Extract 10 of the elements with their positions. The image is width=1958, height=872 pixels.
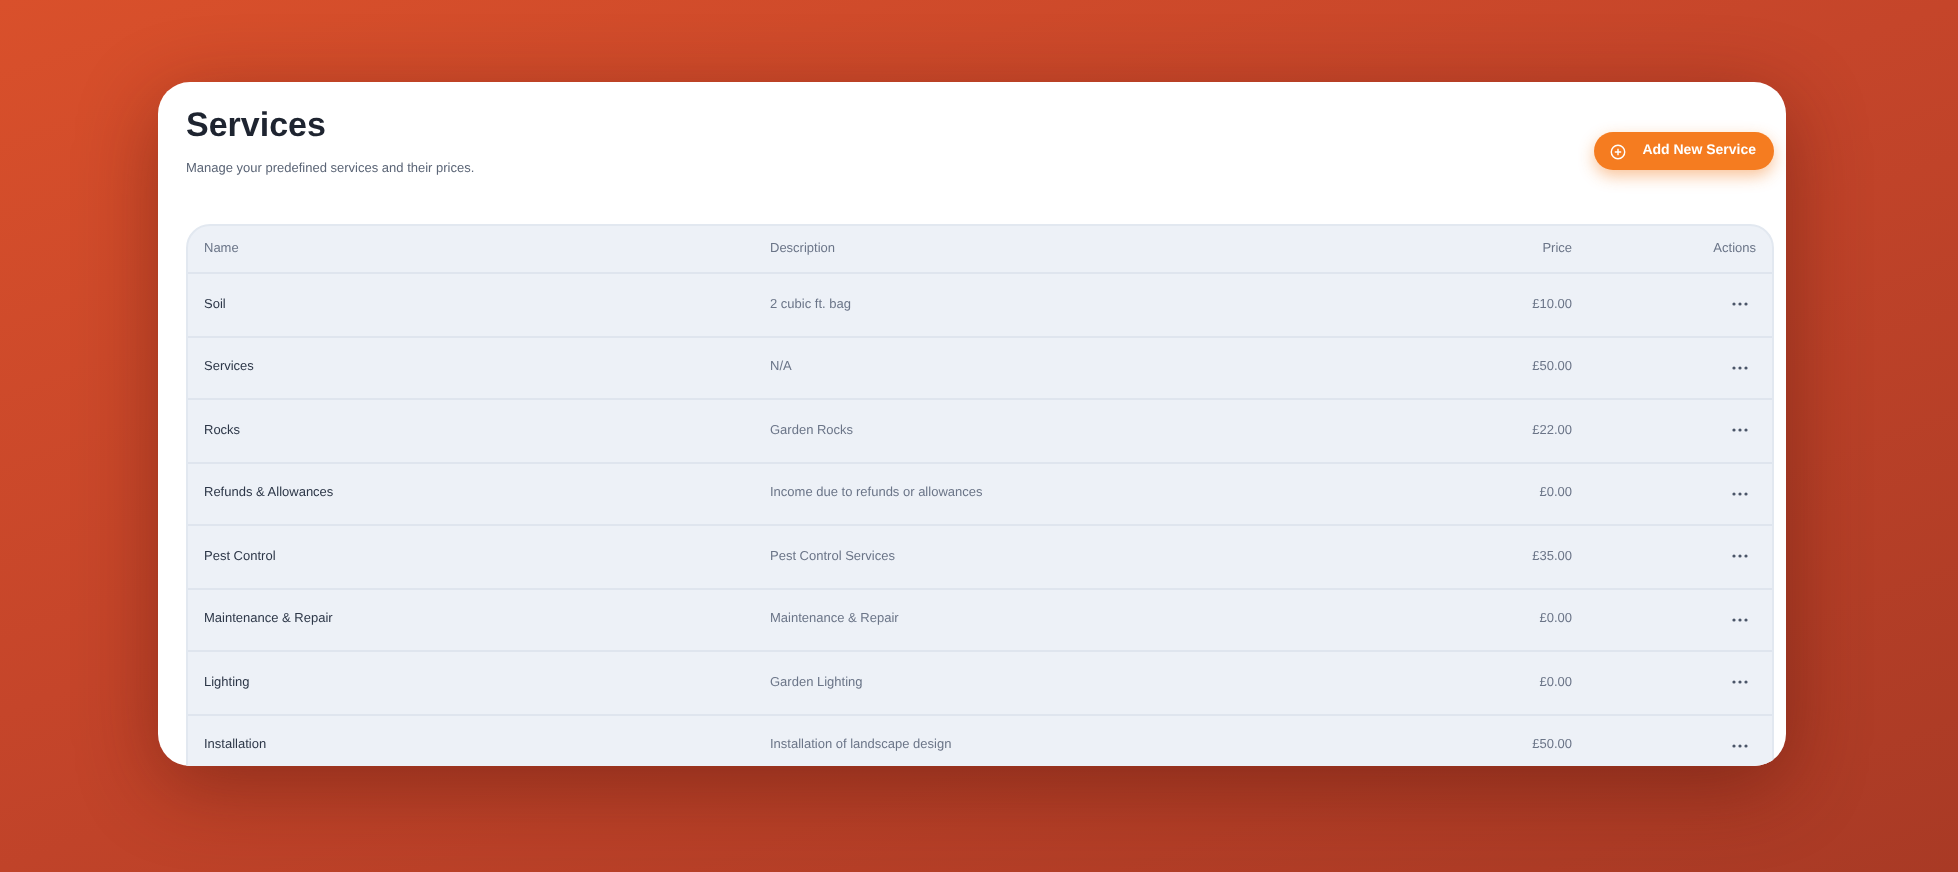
more-options-icon[interactable]: [1732, 365, 1748, 370]
more-options-icon[interactable]: [1732, 302, 1748, 307]
page-title: Services: [186, 106, 328, 146]
more-options-icon[interactable]: [1732, 743, 1748, 748]
more-options-icon[interactable]: [1732, 617, 1748, 622]
plus-circle-icon: [1610, 143, 1627, 159]
more-options-icon[interactable]: [1732, 680, 1748, 685]
more-options-icon[interactable]: [1732, 491, 1748, 496]
more-options-icon[interactable]: [1732, 428, 1748, 433]
more-options-icon[interactable]: [1732, 554, 1748, 559]
